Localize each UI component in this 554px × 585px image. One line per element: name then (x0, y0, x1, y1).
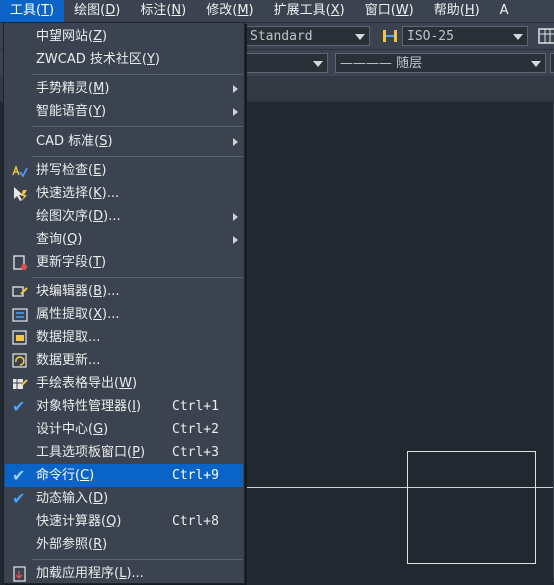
menu-item-tool-palettes[interactable]: 工具选项板窗口(P) Ctrl+3 (5, 441, 243, 464)
block-editor-icon (12, 286, 28, 297)
menu-bar: 工具(T) 绘图(D) 标注(N) 修改(M) 扩展工具(X) 窗口(W) 帮助… (0, 0, 554, 22)
menu-item-quick-calculator[interactable]: 快速计算器(Q) Ctrl+8 (5, 510, 243, 533)
menu-help[interactable]: 帮助(H) (424, 0, 490, 22)
spell-check-icon (12, 165, 28, 178)
submenu-arrow-icon (233, 236, 238, 244)
chevron-down-icon (313, 61, 323, 67)
menu-dimension[interactable]: 标注(N) (130, 0, 196, 22)
submenu-arrow-icon (233, 108, 238, 116)
update-fields-icon (13, 255, 27, 270)
menu-item-block-editor[interactable]: 块编辑器(B)... (5, 280, 243, 303)
data-update-icon (12, 353, 27, 368)
dimension-style-value: ISO-25 (407, 29, 454, 44)
dimension-style-icon[interactable] (381, 27, 399, 45)
menu-separator (32, 277, 243, 278)
menu-item-spell-check[interactable]: 拼写检查(E) (5, 159, 243, 182)
menu-item-quick-select[interactable]: 快速选择(K)... (5, 182, 243, 205)
menu-separator (32, 559, 243, 560)
menu-item-command-line[interactable]: ✔ 命令行(C) Ctrl+9 (5, 464, 243, 487)
menu-item-table-export[interactable]: 手绘表格导出(W) (5, 372, 243, 395)
menu-extend-tools[interactable]: 扩展工具(X) (264, 0, 355, 22)
lineweight-select[interactable] (550, 53, 554, 73)
menu-item-draw-order[interactable]: 绘图次序(D)... (5, 205, 243, 228)
checkmark-icon: ✔ (12, 489, 26, 508)
table-style-icon[interactable] (538, 27, 554, 45)
menu-overflow[interactable]: A (490, 0, 519, 22)
menu-draw[interactable]: 绘图(D) (64, 0, 130, 22)
color-select[interactable] (245, 53, 328, 73)
text-style-select[interactable]: Standard (245, 26, 370, 46)
menu-item-smart-voice[interactable]: 智能语音(Y) (5, 100, 243, 123)
menu-item-zwcad-community[interactable]: ZWCAD 技术社区(Y) (5, 48, 243, 71)
linetype-select[interactable]: ———— 随层 (335, 53, 546, 73)
submenu-arrow-icon (233, 138, 238, 146)
load-application-icon (13, 566, 26, 582)
menu-separator (32, 156, 243, 157)
menu-item-external-references[interactable]: 外部参照(R) (5, 533, 243, 556)
linetype-value: ———— 随层 (340, 56, 423, 71)
data-extraction-icon (12, 330, 27, 345)
menu-item-inquiry[interactable]: 查询(Q) (5, 228, 243, 251)
menu-item-update-fields[interactable]: 更新字段(T) (5, 251, 243, 274)
chevron-down-icon (513, 34, 523, 40)
attribute-extract-icon (12, 308, 28, 322)
chevron-down-icon (531, 61, 541, 67)
submenu-arrow-icon (233, 213, 238, 221)
menu-item-cad-standards[interactable]: CAD 标准(S) (5, 130, 243, 153)
checkmark-icon: ✔ (12, 466, 26, 485)
table-export-icon (13, 379, 28, 389)
menu-tools[interactable]: 工具(T) (0, 0, 65, 22)
menu-window[interactable]: 窗口(W) (355, 0, 424, 22)
menu-item-design-center[interactable]: 设计中心(G) Ctrl+2 (5, 418, 243, 441)
menu-item-properties-manager[interactable]: ✔ 对象特性管理器(I) Ctrl+1 (5, 395, 243, 418)
submenu-arrow-icon (233, 85, 238, 93)
cursor-pickbox (407, 451, 536, 564)
dimension-style-select[interactable]: ISO-25 (402, 26, 528, 46)
checkmark-icon: ✔ (12, 397, 26, 416)
menu-separator (32, 126, 243, 127)
menu-item-data-update[interactable]: 数据更新... (5, 349, 243, 372)
menu-modify[interactable]: 修改(M) (196, 0, 263, 22)
menu-item-zwsoft-website[interactable]: 中望网站(Z) (5, 25, 243, 48)
menu-item-gesture-wizard[interactable]: 手势精灵(M) (5, 77, 243, 100)
menu-item-dynamic-input[interactable]: ✔ 动态输入(D) (5, 487, 243, 510)
menu-item-attribute-extract[interactable]: 属性提取(X)... (5, 303, 243, 326)
tools-dropdown-menu: 中望网站(Z) ZWCAD 技术社区(Y) 手势精灵(M) 智能语音(Y) CA… (3, 22, 245, 584)
menu-separator (32, 74, 243, 75)
chevron-down-icon (355, 34, 365, 40)
quick-select-icon (14, 187, 27, 201)
menu-item-data-extraction[interactable]: 数据提取... (5, 326, 243, 349)
text-style-value: Standard (250, 29, 313, 44)
